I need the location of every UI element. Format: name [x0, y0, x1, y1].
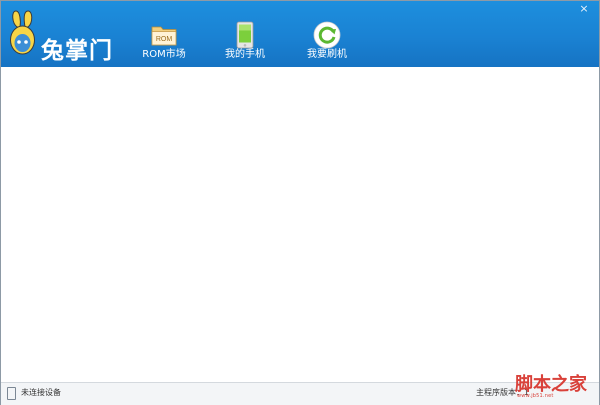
nav-my-phone[interactable]: 我的手机: [205, 1, 285, 67]
app-window: × 兔掌门 ROM ROM市场 我的手机 我要刷机 未连接设备 主程序版本：1: [0, 0, 600, 405]
site-watermark: 脚本之家 www.jb51.net: [515, 370, 600, 405]
nav-rom-market[interactable]: ROM ROM市场: [124, 1, 204, 67]
phone-icon: [236, 21, 254, 49]
close-button[interactable]: ×: [573, 3, 595, 15]
watermark-url: www.jb51.net: [517, 393, 554, 399]
device-phone-icon: [7, 387, 16, 400]
app-logo: 兔掌门: [9, 9, 112, 64]
main-content-area: [1, 67, 599, 382]
top-toolbar: × 兔掌门 ROM ROM市场 我的手机 我要刷机: [1, 1, 599, 67]
rom-folder-icon: ROM: [151, 26, 177, 46]
nav-rom-market-label: ROM市场: [142, 49, 186, 60]
app-logo-text: 兔掌门: [41, 38, 113, 64]
nav-flash-rom-label: 我要刷机: [307, 49, 347, 60]
connection-status-text: 未连接设备: [21, 388, 61, 397]
rabbit-logo-icon: [10, 10, 35, 55]
refresh-icon: [313, 21, 341, 49]
nav-flash-rom[interactable]: 我要刷机: [287, 1, 367, 67]
status-bar: 未连接设备 主程序版本：1: [1, 382, 599, 405]
nav-my-phone-label: 我的手机: [225, 49, 265, 60]
rom-badge-text: ROM: [156, 36, 173, 43]
